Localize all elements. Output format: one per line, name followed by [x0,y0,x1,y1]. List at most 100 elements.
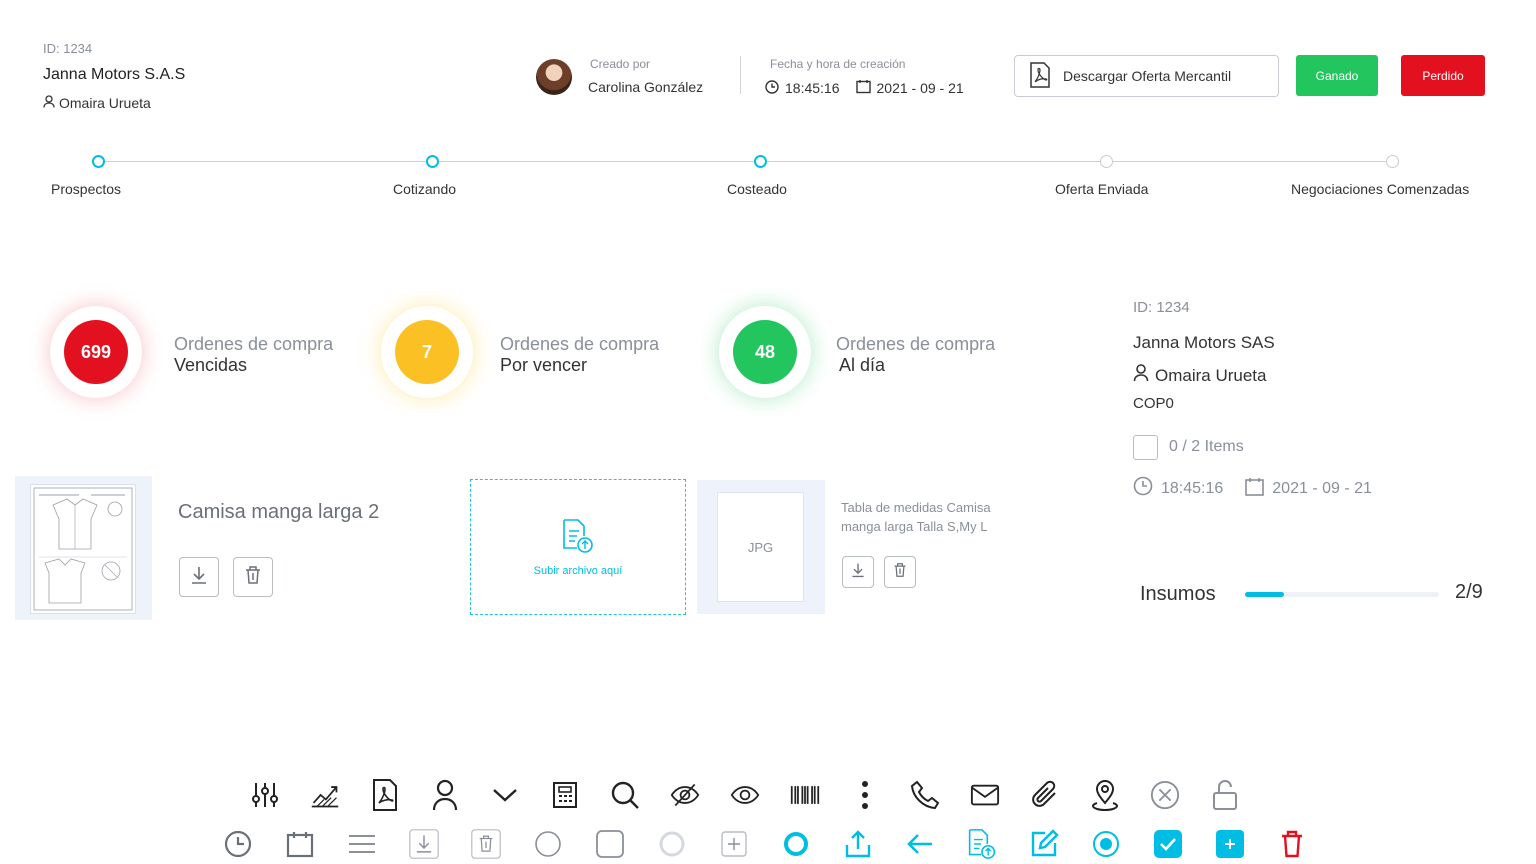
upload-icon[interactable] [843,829,873,859]
checkbox-checked-icon[interactable] [1153,829,1183,859]
calculator-icon[interactable] [550,780,580,810]
header-datetime: 18:45:16 2021 - 09 - 21 [765,79,964,97]
pdf-icon [1029,61,1051,91]
delete-jpg-button[interactable] [884,556,916,588]
more-vertical-icon[interactable] [850,780,880,810]
step-dot-prospectos[interactable] [92,155,105,168]
items-count: 0 / 2 Items [1169,438,1244,455]
download-jpg-button[interactable] [842,556,874,588]
orders-label: Ordenes de compra [500,334,660,354]
avatar [536,59,572,95]
step-label: Prospectos [51,181,122,197]
eye-off-icon[interactable] [670,780,700,810]
delete-file-button[interactable] [233,557,273,597]
stepper-line [104,161,1387,162]
user-icon [1133,364,1149,387]
datetime-label: Fecha y hora de creación [770,57,906,71]
orders-overdue-badge: 699 [50,306,142,398]
trash-icon [893,562,907,583]
panel-company: Janna Motors SAS [1133,333,1275,352]
file-title: Camisa manga larga 2 [178,501,380,523]
chevron-down-icon[interactable] [490,780,520,810]
header-user: Omaira Urueta [43,95,151,111]
panel-user-name: Omaira Urueta [1155,365,1267,385]
clock-icon[interactable] [223,829,253,859]
header-user-name: Omaira Urueta [59,95,151,111]
step-dot-oferta-enviada[interactable] [1100,155,1113,168]
panel-user: Omaira Urueta [1133,364,1266,387]
unlock-icon[interactable] [1210,780,1240,810]
trash-red-icon[interactable] [1277,829,1307,859]
download-file-button[interactable] [179,557,219,597]
step-dot-costeado[interactable] [754,155,767,168]
step-label: Negociaciones Comenzadas [1291,181,1470,197]
orders-due-soon-badge: 7 [381,306,473,398]
panel-id: ID: 1234 [1133,299,1190,316]
location-pin-icon[interactable] [1090,780,1120,811]
checkbox-empty-icon[interactable] [595,829,625,859]
won-button[interactable]: Ganado [1296,55,1378,96]
panel-currency: COP0 [1133,395,1174,412]
close-circle-icon[interactable] [1150,780,1180,810]
add-small-icon[interactable] [719,829,749,859]
step-dot-negociaciones[interactable] [1386,155,1399,168]
orders-label: Ordenes de compra [174,334,334,354]
user-icon[interactable] [430,779,460,811]
items-checkbox[interactable] [1133,435,1158,460]
radio-empty-icon[interactable] [533,829,563,859]
calendar-icon[interactable] [285,829,315,859]
panel-date: 2021 - 09 - 21 [1272,479,1372,497]
paperclip-icon[interactable] [1030,780,1060,810]
pdf-icon[interactable] [370,779,400,811]
clock-icon [765,79,779,97]
orders-due-soon-text: Ordenes de compra Por vencer [500,334,659,376]
plus-square-icon[interactable] [1215,829,1245,859]
download-offer-button[interactable]: Descargar Oferta Mercantil [1014,55,1279,97]
insumos-value: 2/9 [1455,581,1483,603]
eye-icon[interactable] [730,780,760,810]
created-by-name: Carolina González [588,79,704,95]
step-label: Oferta Enviada [1055,181,1149,197]
radio-selected-icon[interactable] [1091,829,1121,859]
step-label: Costeado [727,181,787,197]
panel-datetime: 18:45:16 2021 - 09 - 21 [1133,476,1372,501]
clock-icon [1133,476,1153,501]
sliders-icon[interactable] [250,780,280,810]
step-dot-cotizando[interactable] [426,155,439,168]
created-by-label: Creado por [590,57,651,71]
trend-chart-icon[interactable] [310,780,340,810]
orders-status: Por vencer [500,355,588,375]
mail-icon[interactable] [970,780,1000,810]
arrow-left-icon[interactable] [905,829,935,859]
ring-icon[interactable] [781,829,811,859]
file-upload-icon[interactable] [967,829,997,859]
radio-disabled-icon[interactable] [657,829,687,859]
trash-icon[interactable] [471,829,501,859]
header-time: 18:45:16 [785,80,840,96]
search-icon[interactable] [610,780,640,810]
panel-time: 18:45:16 [1161,479,1224,497]
lost-button[interactable]: Perdido [1401,55,1485,96]
phone-icon[interactable] [910,780,940,810]
orders-overdue-count: 699 [64,320,128,384]
step-label: Cotizando [393,181,457,197]
header-date: 2021 - 09 - 21 [876,80,964,96]
download-offer-label: Descargar Oferta Mercantil [1063,68,1232,84]
calendar-icon [855,79,871,97]
header-divider [740,56,741,94]
edit-icon[interactable] [1029,829,1059,859]
jpg-thumbnail[interactable]: JPG [717,492,804,602]
trash-icon [244,565,262,590]
orders-status: Vencidas [174,355,248,375]
upload-dropzone[interactable]: Subir archivo aquí [470,479,686,615]
barcode-icon[interactable] [790,780,820,810]
insumos-progress-bar [1245,592,1439,597]
calendar-icon [1245,477,1265,501]
insumos-label: Insumos [1140,583,1216,605]
download-icon[interactable] [409,829,439,859]
menu-icon[interactable] [347,829,377,859]
file-thumbnail[interactable] [30,484,136,614]
header-id: ID: 1234 [43,41,93,56]
header-company: Janna Motors S.A.S [43,66,186,83]
orders-label: Ordenes de compra [836,334,996,354]
